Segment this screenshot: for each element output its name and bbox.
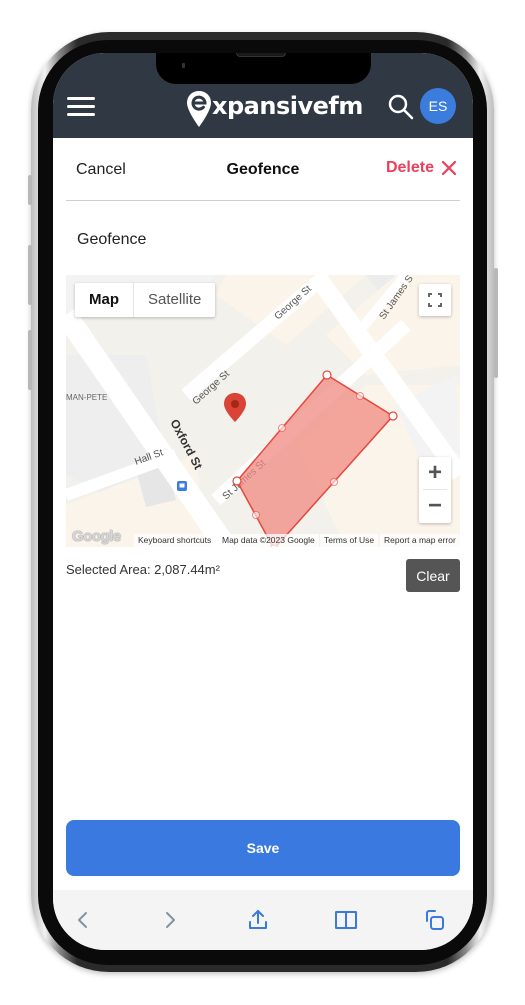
bookmarks-icon[interactable] — [334, 908, 358, 932]
brand-logo[interactable]: xpansivefm — [186, 89, 363, 129]
bus-stop-icon-window — [179, 483, 185, 488]
zoom-out-button[interactable]: − — [419, 490, 451, 522]
menu-icon-line — [67, 113, 95, 116]
back-icon[interactable] — [71, 908, 95, 932]
map-view[interactable]: George St George St St James St St James… — [66, 275, 460, 547]
side-button-volume-up — [28, 245, 32, 305]
midpoint-handle[interactable] — [252, 511, 260, 519]
forward-icon[interactable] — [158, 908, 182, 932]
terms-of-use-link[interactable]: Terms of Use — [320, 534, 379, 547]
report-map-error-link[interactable]: Report a map error — [380, 534, 460, 547]
geofence-name-input[interactable] — [77, 231, 447, 249]
map-type-satellite[interactable]: Satellite — [134, 283, 215, 317]
vertex-handle[interactable] — [388, 411, 398, 421]
browser-toolbar — [53, 890, 473, 950]
location-pin-logo-icon — [187, 91, 211, 127]
vertex-handle[interactable] — [322, 370, 332, 380]
tabs-icon[interactable] — [422, 908, 446, 932]
map-footer: Google Keyboard shortcuts Map data ©2023… — [66, 528, 460, 547]
side-button-silent — [28, 175, 32, 205]
side-button-volume-down — [28, 330, 32, 390]
delete-label: Delete — [385, 159, 434, 176]
close-icon — [442, 161, 456, 175]
side-button-power — [494, 268, 498, 378]
menu-button[interactable] — [67, 97, 95, 119]
delete-button[interactable]: Delete — [386, 159, 456, 177]
notch — [156, 53, 371, 84]
poi-label: MAN-PETE — [66, 393, 107, 402]
save-button[interactable]: Save — [66, 820, 460, 876]
phone-screen: xpansivefm ES Cancel Geofence Delete Geo… — [53, 53, 473, 950]
midpoint-handle[interactable] — [330, 478, 338, 486]
clear-button[interactable]: Clear — [406, 559, 460, 592]
share-icon[interactable] — [246, 908, 270, 932]
camera — [182, 63, 185, 68]
keyboard-shortcuts-link[interactable]: Keyboard shortcuts — [134, 534, 216, 547]
user-avatar[interactable]: ES — [420, 88, 456, 124]
midpoint-handle[interactable] — [356, 392, 364, 400]
menu-icon-line — [67, 97, 95, 100]
selected-area-text: Selected Area: 2,087.44m² — [66, 562, 220, 577]
zoom-control: + − — [419, 457, 451, 523]
location-marker-icon[interactable] — [224, 393, 246, 422]
vertex-handle[interactable] — [232, 476, 242, 486]
map-data-attribution: Map data ©2023 Google — [218, 534, 319, 547]
cancel-button[interactable]: Cancel — [76, 161, 126, 179]
menu-icon-line — [67, 105, 95, 108]
fullscreen-button[interactable] — [419, 284, 451, 316]
google-logo: Google — [72, 528, 121, 545]
map-type-map[interactable]: Map — [75, 283, 134, 317]
map-type-toggle: Map Satellite — [75, 283, 216, 317]
search-icon[interactable] — [387, 93, 415, 121]
midpoint-handle[interactable] — [278, 424, 286, 432]
brand-name: xpansivefm — [212, 92, 363, 120]
speaker — [236, 53, 286, 57]
zoom-in-button[interactable]: + — [419, 457, 451, 489]
fullscreen-icon — [428, 293, 442, 307]
geofence-title-bar: Cancel Geofence Delete — [66, 153, 460, 201]
